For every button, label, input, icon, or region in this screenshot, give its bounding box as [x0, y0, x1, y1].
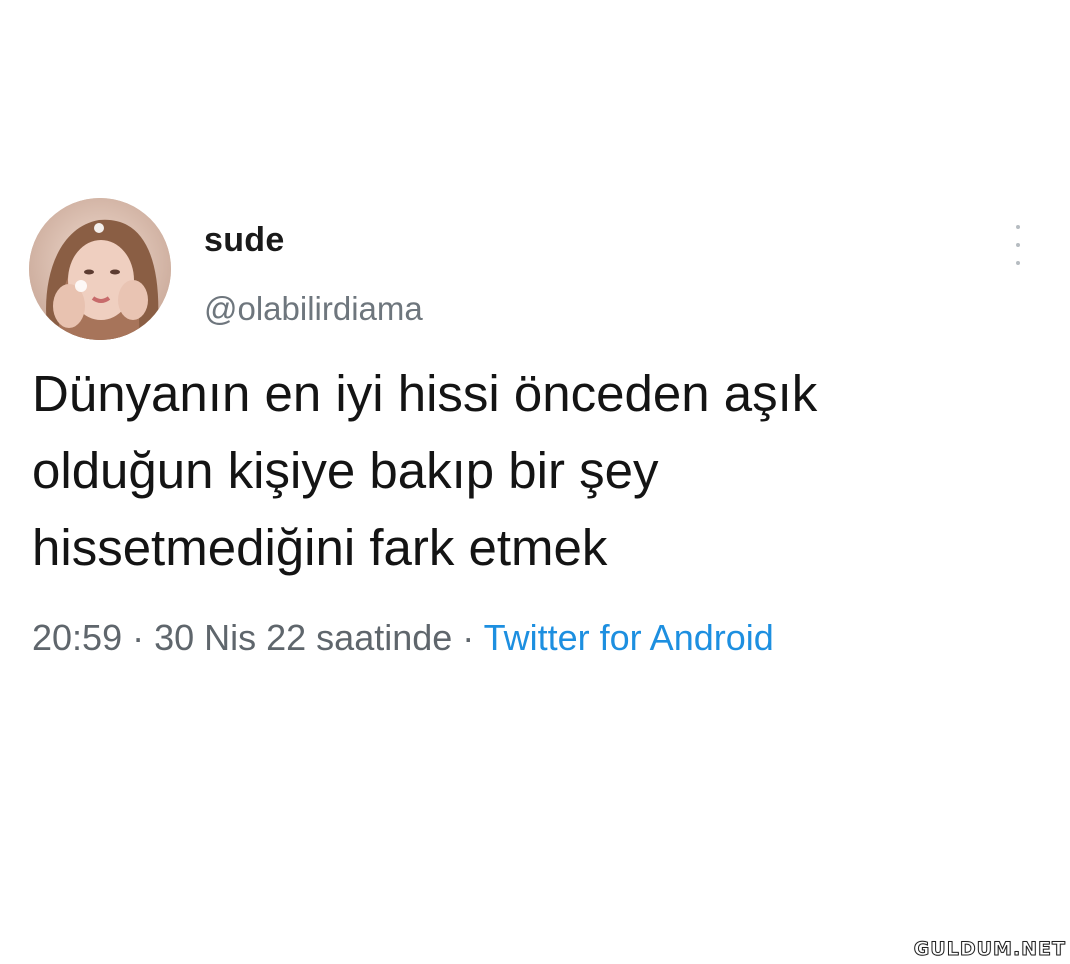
tweet-date[interactable]: 30 Nis 22 saatinde: [154, 617, 452, 658]
tweet-text-line: olduğun kişiye bakıp bir şey: [32, 442, 659, 499]
tweet-metadata: 20:59 · 30 Nis 22 saatinde · Twitter for…: [32, 614, 774, 662]
tweet-card: sude @olabilirdiama Dünyanın en iyi hiss…: [0, 0, 1070, 964]
watermark-logo: GULDUM.NET: [913, 938, 1066, 961]
meta-separator: ·: [452, 617, 484, 658]
tweet-source-link[interactable]: Twitter for Android: [484, 617, 774, 658]
tweet-text: Dünyanın en iyi hissi önceden aşık olduğ…: [32, 355, 1042, 586]
more-options-icon[interactable]: [1008, 225, 1028, 265]
tweet-text-line: Dünyanın en iyi hissi önceden aşık: [32, 365, 818, 422]
more-dot: [1016, 225, 1020, 229]
avatar-image: [29, 198, 171, 340]
meta-separator: ·: [122, 617, 155, 658]
user-handle[interactable]: @olabilirdiama: [204, 287, 423, 331]
display-name[interactable]: sude: [204, 218, 285, 262]
tweet-text-line: hissetmediğini fark etmek: [32, 519, 608, 576]
avatar[interactable]: [29, 198, 171, 340]
more-dot: [1016, 243, 1020, 247]
tweet-time[interactable]: 20:59: [32, 617, 122, 658]
more-dot: [1016, 261, 1020, 265]
